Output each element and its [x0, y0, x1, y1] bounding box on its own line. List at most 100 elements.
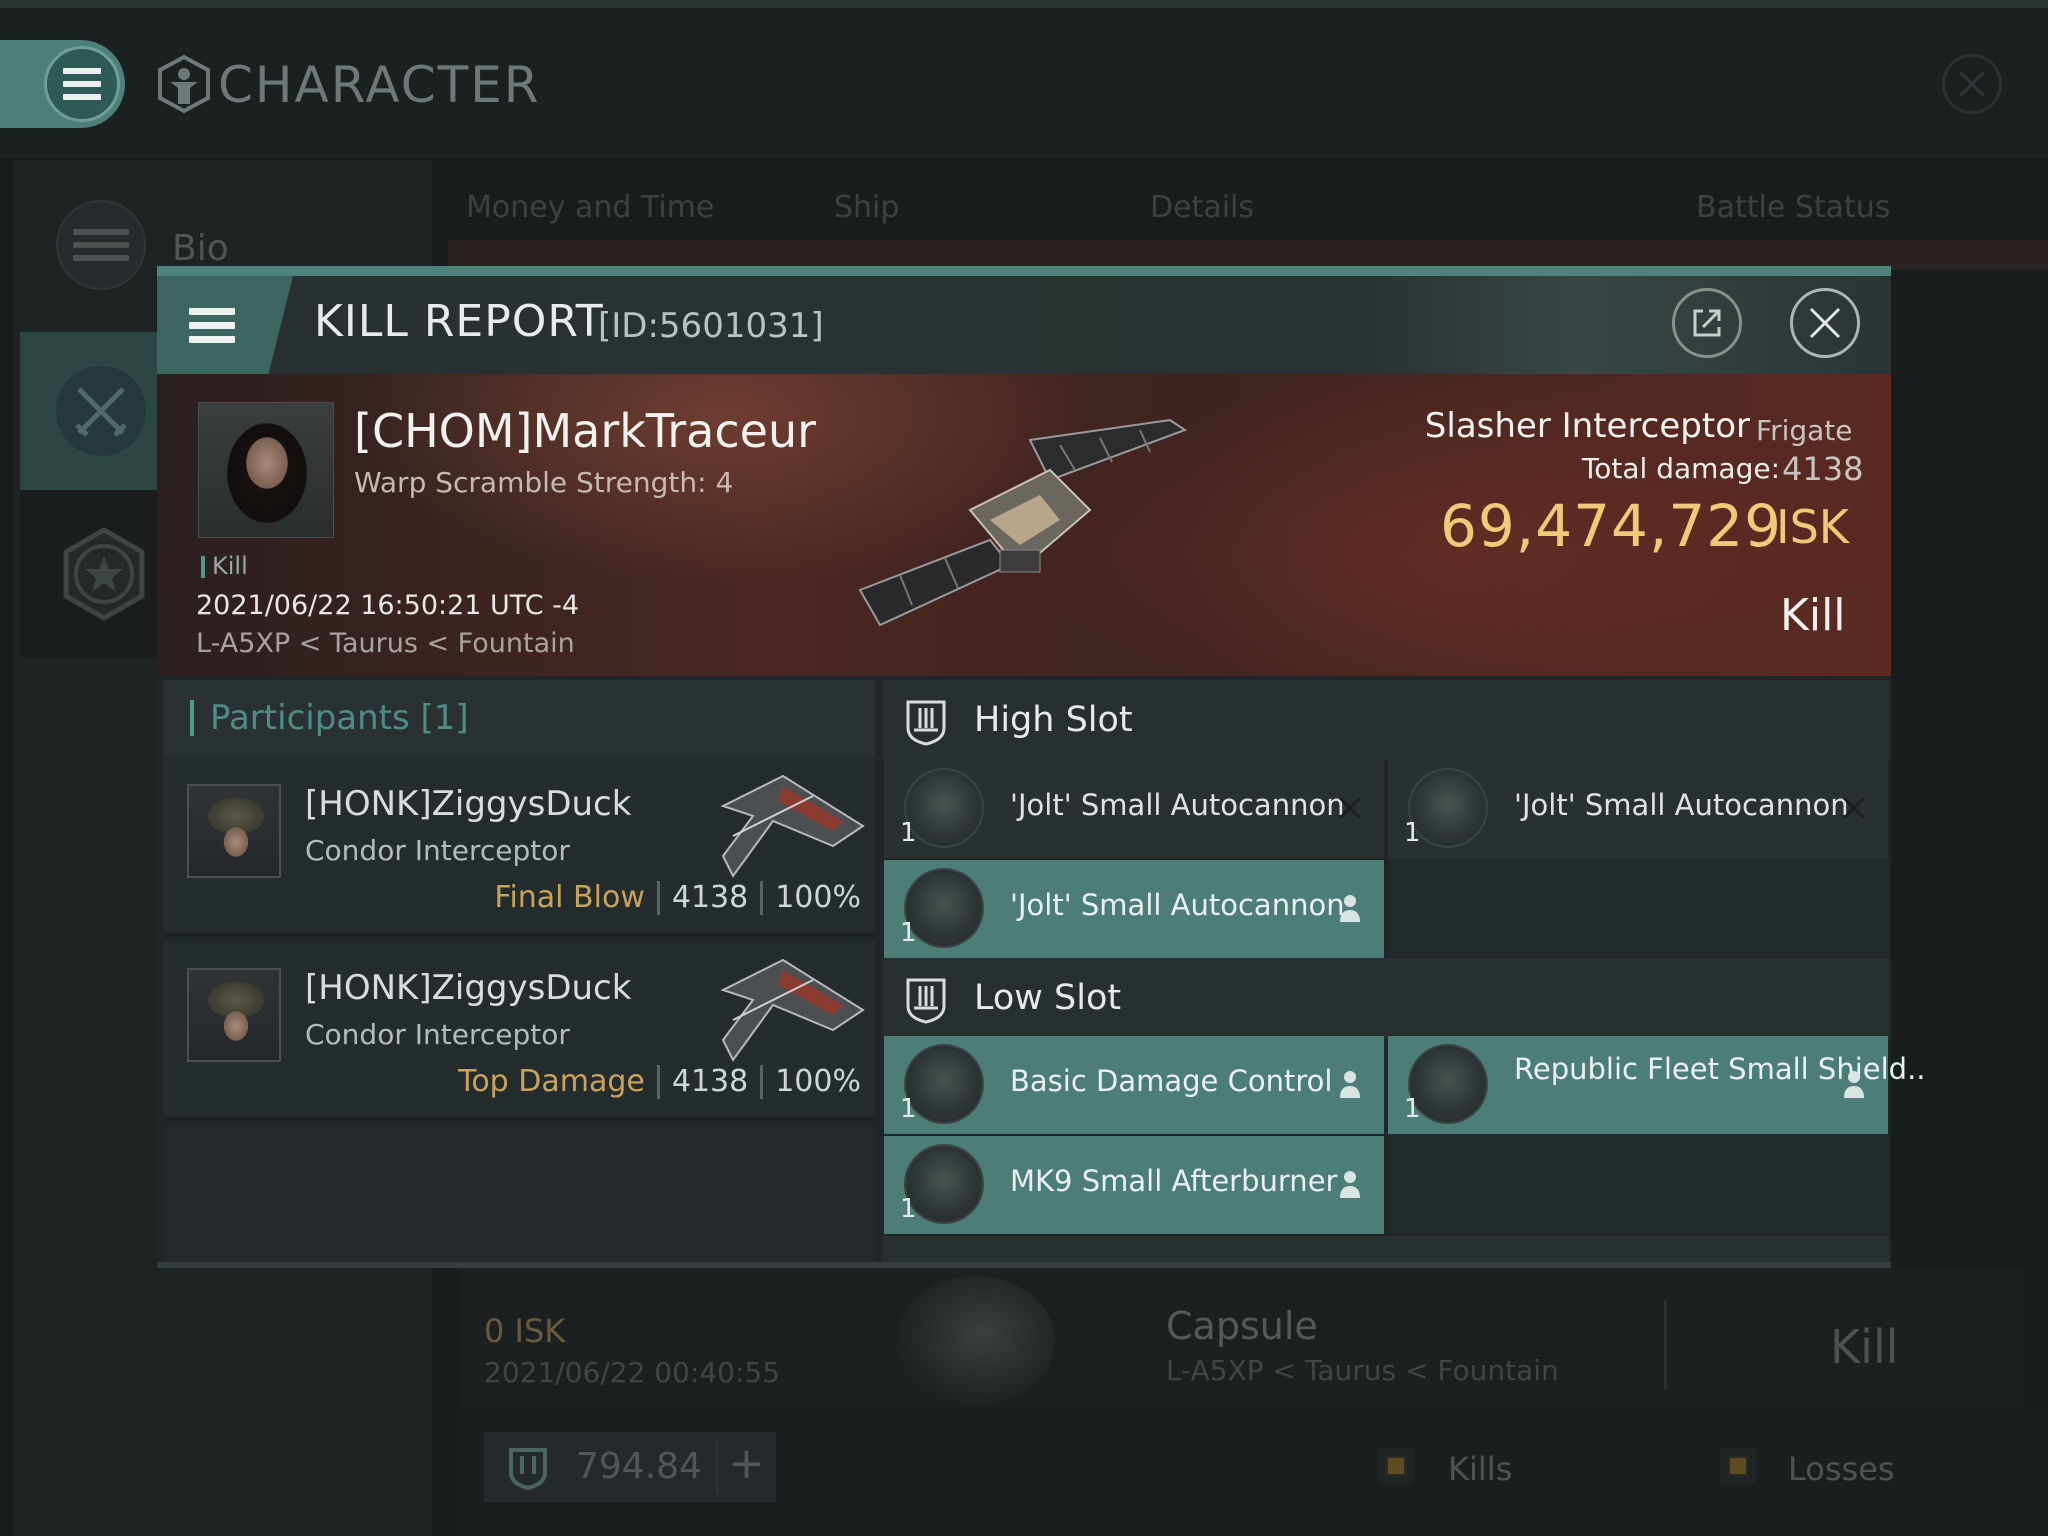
kills-legend-swatch	[1378, 1448, 1414, 1484]
person-icon	[1844, 1071, 1864, 1098]
tab-money-and-time[interactable]: Money and Time	[466, 190, 714, 225]
participants-empty-area	[163, 1126, 875, 1264]
participant-ship: Condor Interceptor	[305, 834, 570, 867]
add-plex-button[interactable]: +	[728, 1438, 765, 1489]
divider	[656, 1064, 660, 1099]
module-item[interactable]: 1 'Jolt' Small Autocannon	[884, 860, 1384, 958]
tab-ship[interactable]: Ship	[834, 190, 899, 225]
divider	[1664, 1300, 1667, 1390]
kill-tag: Kill	[212, 552, 248, 580]
participant-card[interactable]: [HONK]ZiggysDuck Condor Interceptor Fina…	[163, 756, 875, 936]
isk-value: 69,474,729	[1440, 492, 1783, 560]
module-item[interactable]: 1 Basic Damage Control	[884, 1036, 1384, 1134]
kill-location: L-A5XP < Taurus < Fountain	[196, 628, 575, 659]
victim-ship-image[interactable]	[850, 400, 1200, 640]
plex-value: 794.84	[576, 1446, 702, 1487]
participant-name[interactable]: [HONK]ZiggysDuck	[305, 784, 631, 824]
module-name: 'Jolt' Small Autocannon	[1010, 788, 1345, 822]
modal-accent-line	[157, 266, 1891, 276]
participant-ship-image	[720, 774, 865, 878]
close-icon	[1958, 70, 1986, 98]
participant-name[interactable]: [HONK]ZiggysDuck	[305, 968, 631, 1008]
divider	[760, 1064, 764, 1099]
empty-module-slot	[1388, 1134, 1890, 1234]
victim-portrait[interactable]	[198, 402, 334, 538]
victim-ship-name[interactable]: Slasher Interceptor	[1300, 406, 1750, 446]
participant-percent: 100%	[775, 1064, 861, 1099]
tab-details[interactable]: Details	[1150, 190, 1254, 225]
tag-marker	[201, 556, 205, 578]
high-slot-header: High Slot	[882, 680, 1890, 760]
header-marker	[190, 700, 194, 736]
module-item[interactable]: 1 'Jolt' Small Autocannon	[884, 760, 1384, 858]
participant-ship: Condor Interceptor	[305, 1018, 570, 1051]
participant-ship-image	[720, 958, 865, 1062]
participant-stats: Final Blow 4138 100%	[494, 880, 861, 915]
divider	[760, 880, 764, 915]
kills-legend-label: Kills	[1448, 1450, 1513, 1488]
kill-result: Kill	[1780, 590, 1846, 641]
destroyed-icon	[1842, 796, 1866, 820]
person-icon	[1340, 1071, 1360, 1098]
close-icon	[1809, 307, 1841, 339]
module-item[interactable]: 1 Republic Fleet Small Shield..	[1388, 1036, 1926, 1134]
close-button[interactable]	[1790, 288, 1860, 358]
capsule-ship-image	[895, 1276, 1055, 1406]
isk-unit: ISK	[1776, 500, 1849, 554]
participant-damage: 4138	[671, 880, 749, 915]
capsule-date: 2021/06/22 00:40:55	[484, 1356, 781, 1389]
share-button[interactable]	[1672, 288, 1742, 358]
module-name: MK9 Small Afterburner	[1010, 1164, 1338, 1198]
total-damage-label: Total damage:	[1581, 452, 1780, 485]
victim-ship-class: Frigate	[1756, 414, 1853, 447]
plex-icon	[509, 1448, 547, 1490]
module-item[interactable]: 1 'Jolt' Small Autocannon	[1388, 760, 1888, 858]
divider	[656, 880, 660, 915]
participant-card[interactable]: [HONK]ZiggysDuck Condor Interceptor Top …	[163, 940, 875, 1120]
main-menu-button[interactable]	[0, 40, 125, 128]
participant-portrait[interactable]	[187, 784, 281, 878]
module-quantity: 1	[900, 1094, 917, 1124]
modal-bottom-edge	[157, 1262, 1891, 1268]
tab-battle-status[interactable]: Battle Status	[1696, 190, 1890, 225]
person-icon	[1340, 895, 1360, 922]
capsule-isk: 0 ISK	[484, 1312, 566, 1350]
window-close-button[interactable]	[1942, 54, 2002, 114]
module-quantity: 1	[900, 918, 917, 948]
destroyed-icon	[1338, 796, 1362, 820]
module-quantity: 1	[1404, 818, 1421, 848]
top-accent-line	[0, 0, 2048, 8]
capsule-location: L-A5XP < Taurus < Fountain	[1166, 1354, 1559, 1387]
capsule-ship-name: Capsule	[1166, 1304, 1318, 1348]
top-damage-tag: Top Damage	[458, 1064, 645, 1099]
module-name: 'Jolt' Small Autocannon	[1010, 888, 1345, 922]
main-menu-icon	[44, 46, 120, 122]
module-name: 'Jolt' Small Autocannon	[1514, 788, 1849, 822]
person-icon	[1340, 1171, 1360, 1198]
character-icon	[158, 54, 210, 114]
high-slot-icon	[906, 700, 946, 746]
list-icon[interactable]	[56, 200, 146, 290]
losses-legend-label: Losses	[1788, 1450, 1895, 1488]
menu-icon	[189, 307, 235, 343]
crossed-swords-icon[interactable]	[56, 366, 146, 456]
final-blow-tag: Final Blow	[494, 880, 645, 915]
low-slot-title: Low Slot	[974, 978, 1122, 1018]
module-name: Basic Damage Control	[1010, 1064, 1333, 1098]
star-badge-icon[interactable]	[56, 526, 152, 622]
participant-portrait[interactable]	[187, 968, 281, 1062]
module-quantity: 1	[900, 818, 917, 848]
participant-damage: 4138	[671, 1064, 749, 1099]
participant-stats: Top Damage 4138 100%	[458, 1064, 861, 1099]
kill-report-id: [ID:5601031]	[598, 306, 824, 346]
losses-legend-swatch	[1720, 1448, 1756, 1484]
sidebar-item-bio[interactable]: Bio	[172, 228, 229, 269]
victim-name[interactable]: [CHOM]MarkTraceur	[354, 404, 816, 458]
modal-title: KILL REPORT	[314, 296, 604, 347]
empty-module-slot	[1388, 858, 1890, 956]
module-quantity: 1	[1404, 1094, 1421, 1124]
module-item[interactable]: 1 MK9 Small Afterburner	[884, 1136, 1384, 1234]
window-title: CHARACTER	[218, 56, 541, 114]
participant-percent: 100%	[775, 880, 861, 915]
low-slot-icon	[906, 978, 946, 1024]
